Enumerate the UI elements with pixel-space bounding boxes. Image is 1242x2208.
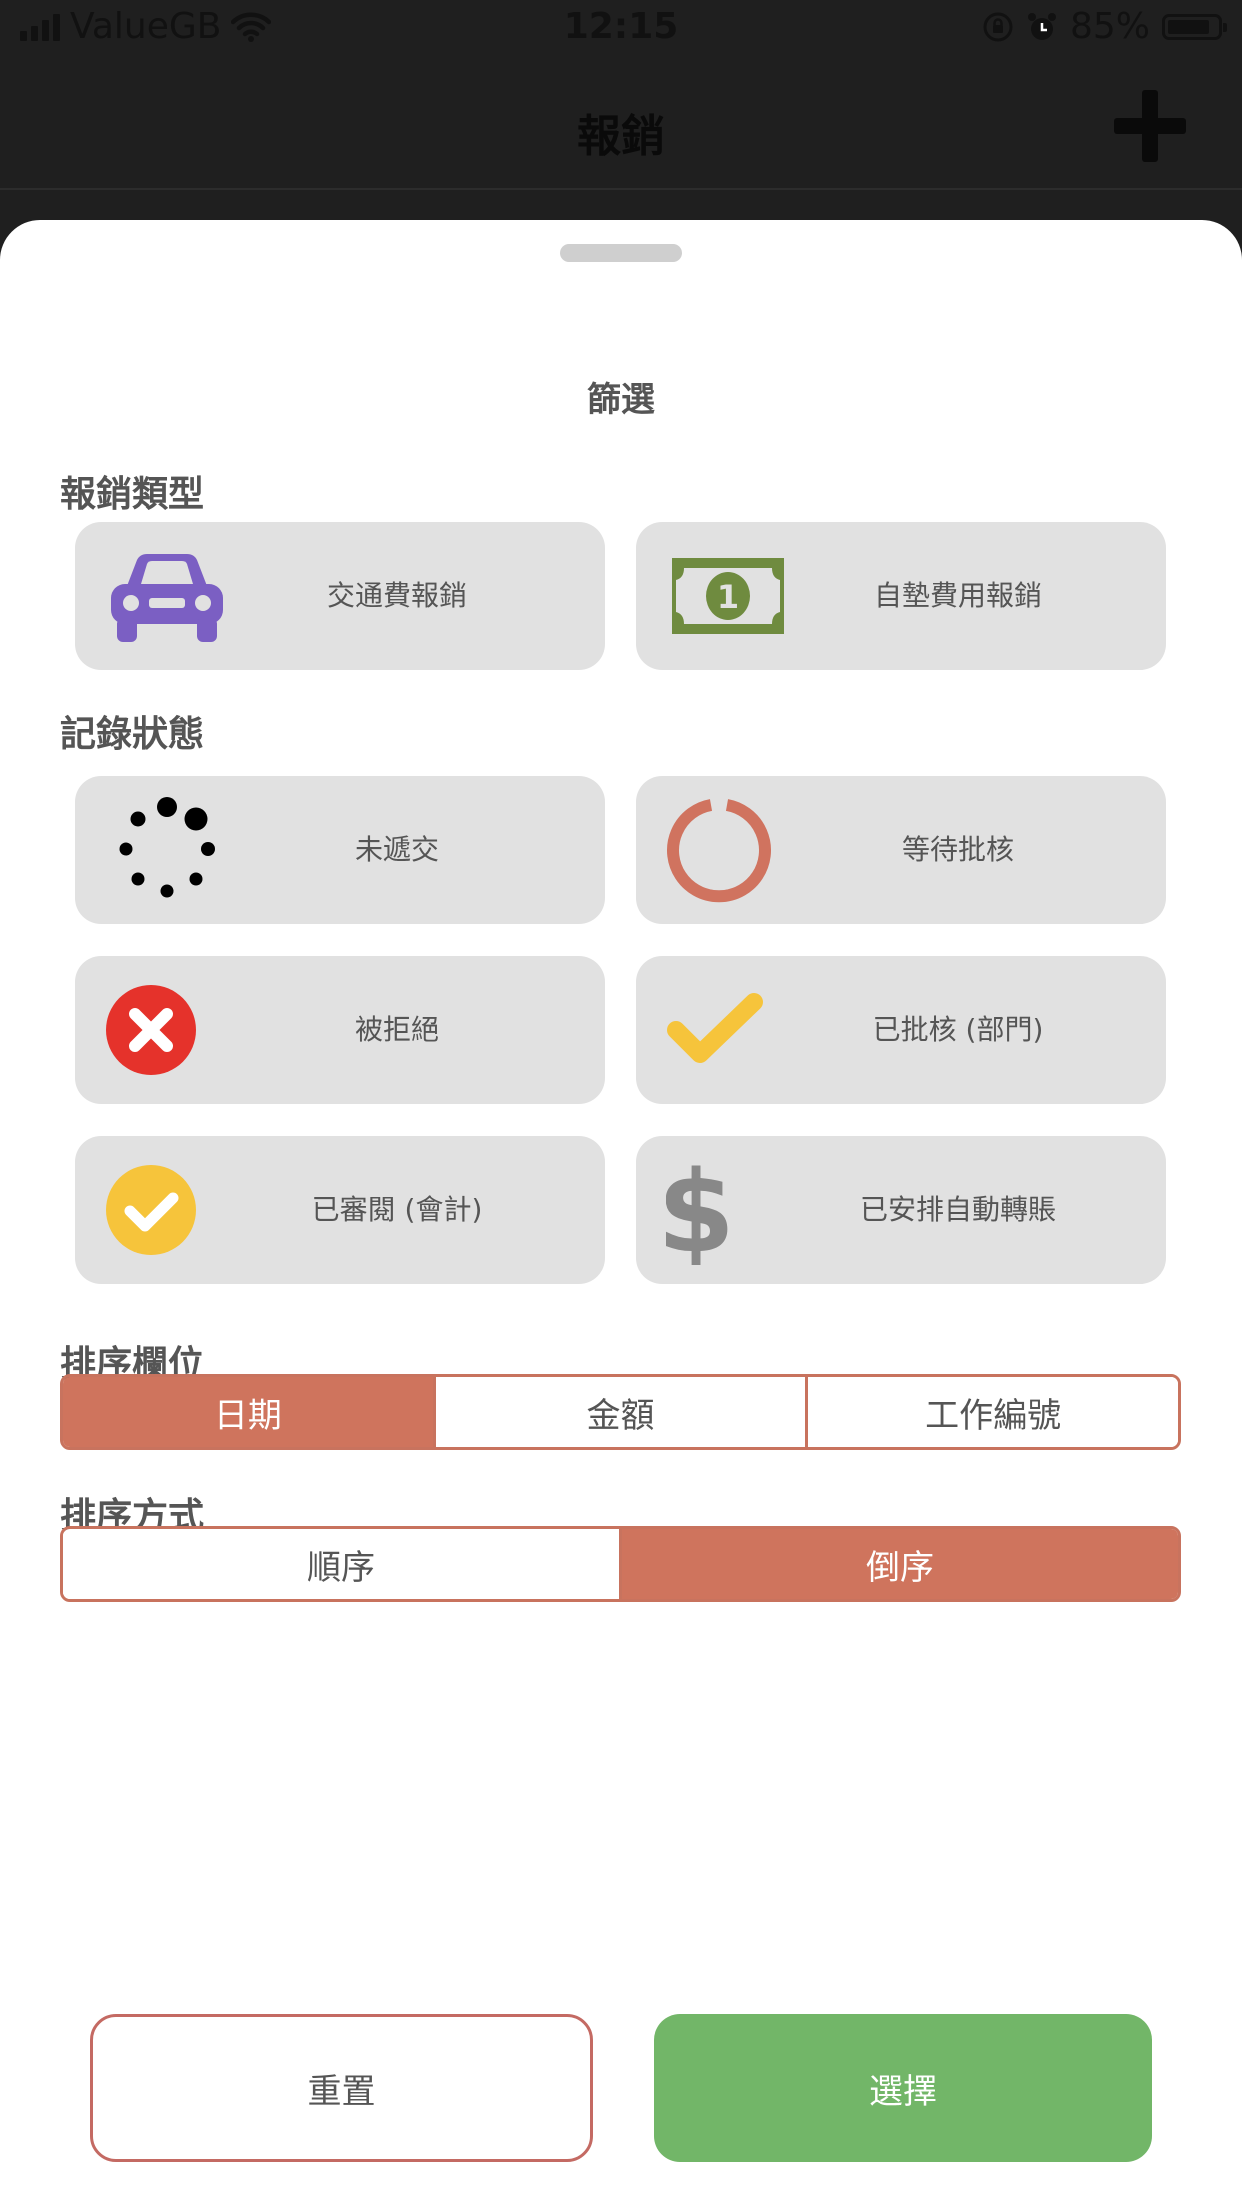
page-title: 報銷 (577, 111, 665, 162)
sheet-handle[interactable] (560, 244, 682, 262)
status-bar: ValueGB 12:15 85% (0, 0, 1242, 62)
status-card-pending[interactable]: 等待批核 (636, 776, 1166, 924)
status-label-accounting-reviewed: 已審閱 (會計) (311, 1193, 483, 1226)
car-icon (105, 546, 229, 646)
status-card-auto-transfer[interactable]: $ 已安排自動轉賬 (636, 1136, 1166, 1284)
x-circle-icon (105, 980, 229, 1080)
spinner-dots-icon (105, 797, 229, 900)
sort-order-segmented: 順序 倒序 (60, 1526, 1181, 1602)
svg-text:1: 1 (717, 578, 739, 616)
nav-bar: 報銷 (0, 62, 1242, 190)
status-label-rejected: 被拒絕 (354, 1013, 439, 1046)
status-right: 85% (982, 6, 1227, 47)
type-card-transport[interactable]: 交通費報銷 (75, 522, 605, 670)
nav-divider (0, 188, 1242, 190)
sort-order-descending[interactable]: 倒序 (622, 1529, 1178, 1599)
status-label-not-submitted: 未遞交 (354, 833, 439, 866)
check-circle-icon (105, 1160, 229, 1260)
type-card-self-advance[interactable]: 1 自墊費用報銷 (636, 522, 1166, 670)
sort-field-amount[interactable]: 金額 (435, 1377, 809, 1447)
sort-field-segmented: 日期 金額 工作編號 (60, 1374, 1181, 1450)
dollar-sign-icon: $ (666, 1155, 790, 1265)
select-button[interactable]: 選擇 (654, 2014, 1152, 2162)
status-card-not-submitted[interactable]: 未遞交 (75, 776, 605, 924)
sort-field-job-number[interactable]: 工作編號 (808, 1377, 1178, 1447)
status-card-accounting-reviewed[interactable]: 已審閱 (會計) (75, 1136, 605, 1284)
type-label-transport: 交通費報銷 (326, 579, 467, 612)
sort-field-date[interactable]: 日期 (63, 1377, 436, 1447)
checkmark-icon (666, 980, 790, 1080)
status-card-rejected[interactable]: 被拒絕 (75, 956, 605, 1104)
orientation-lock-icon (983, 12, 1013, 41)
status-card-dept-approved[interactable]: 已批核 (部門) (636, 956, 1166, 1104)
type-section-label: 報銷類型 (60, 474, 205, 515)
status-label-auto-transfer: 已安排自動轉賬 (859, 1193, 1056, 1226)
status-label-dept-approved: 已批核 (部門) (872, 1013, 1044, 1046)
type-label-self-advance: 自墊費用報銷 (873, 579, 1042, 612)
svg-text:$: $ (666, 1155, 735, 1265)
plus-icon[interactable] (1114, 90, 1186, 162)
battery-percent: 85% (1069, 6, 1150, 47)
sort-order-ascending[interactable]: 順序 (63, 1529, 622, 1599)
banknote-icon: 1 (666, 546, 790, 646)
filter-sheet: 篩選 報銷類型 交通費報銷 1 自墊費用報銷 記錄狀態 未遞交 等待批核 被拒絕… (0, 220, 1242, 2208)
sheet-title: 篩選 (587, 380, 655, 420)
reset-button[interactable]: 重置 (90, 2014, 593, 2162)
ring-icon (666, 799, 790, 903)
status-label-pending: 等待批核 (901, 833, 1014, 866)
status-section-label: 記錄狀態 (60, 714, 205, 755)
battery-icon (1162, 13, 1227, 40)
alarm-icon (1027, 12, 1056, 40)
